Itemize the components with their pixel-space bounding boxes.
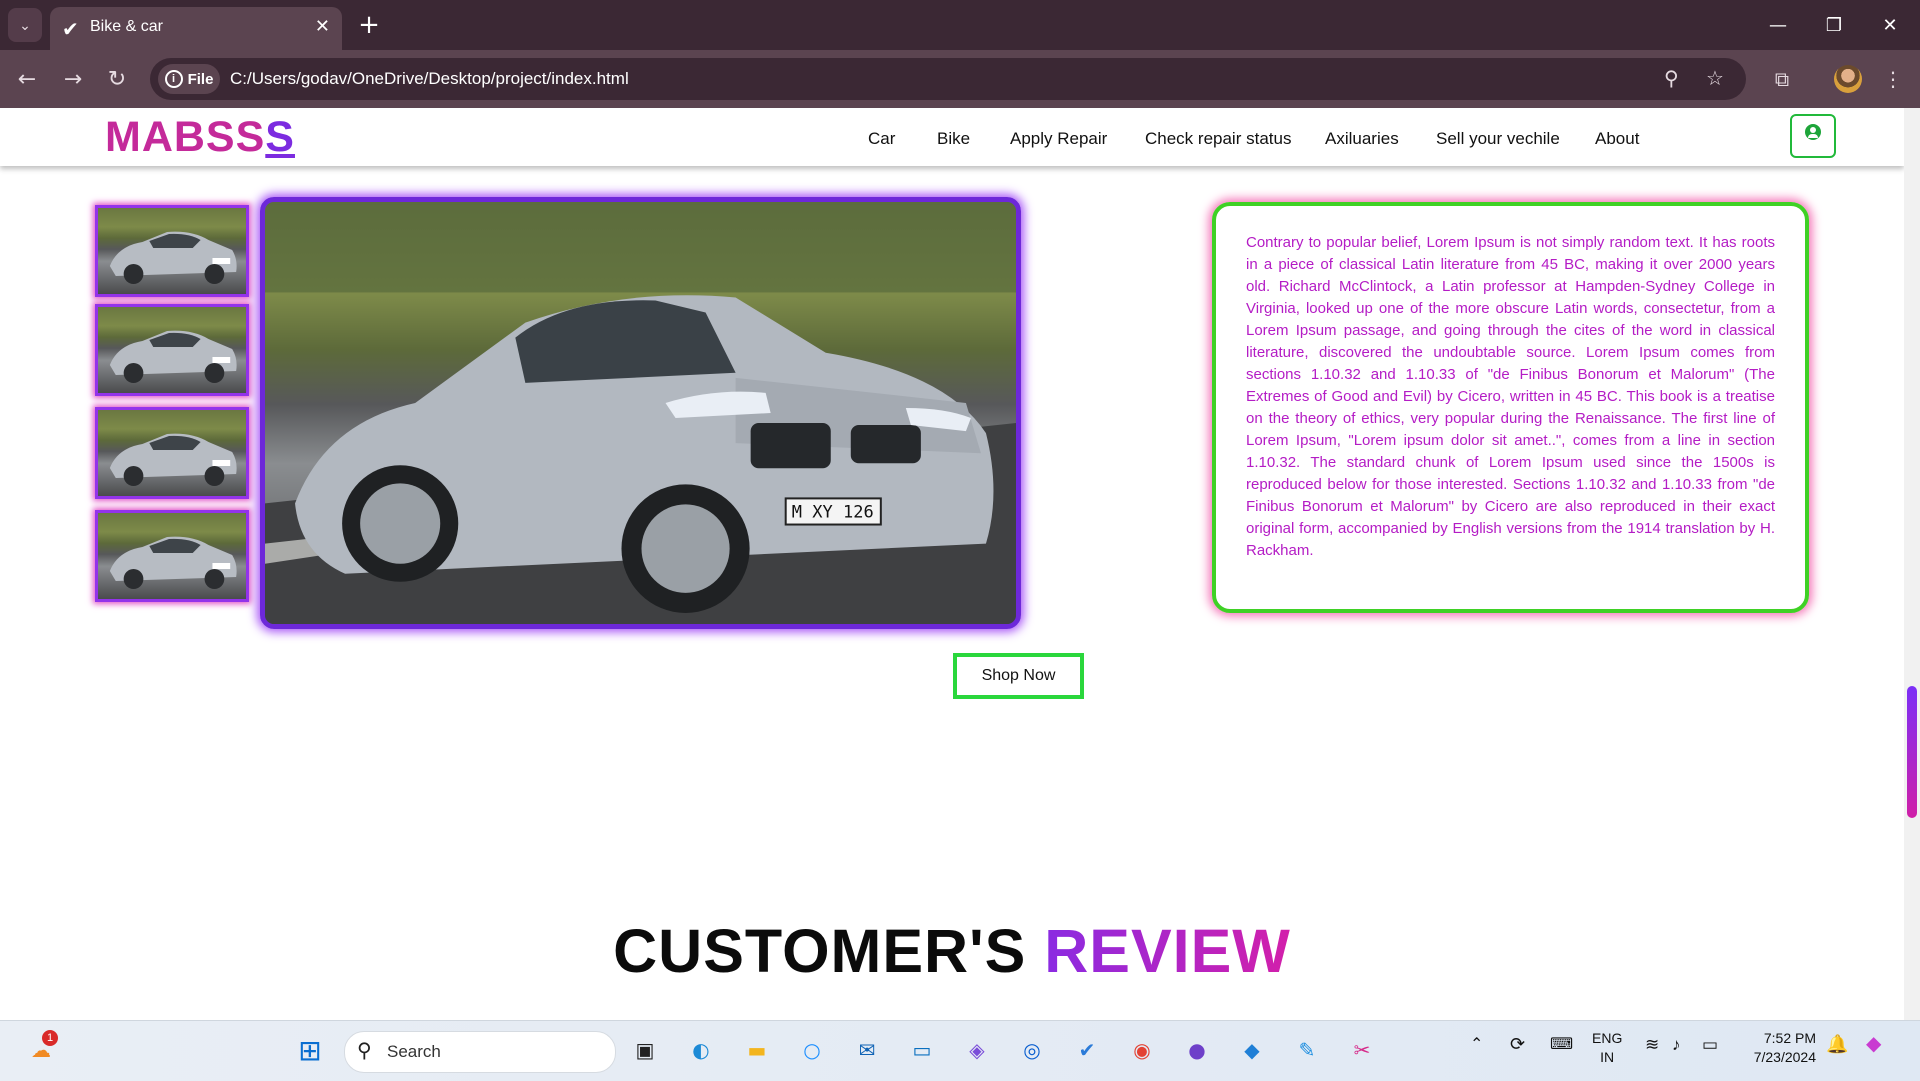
clock-time: 7:52 PM	[1763, 1030, 1816, 1046]
shop-now-button[interactable]: Shop Now	[953, 653, 1084, 699]
browser-title-bar: ⌄ ✔ Bike & car ✕ + — ❐ ✕	[0, 0, 1920, 50]
logo-last-letter: S	[265, 113, 295, 161]
site-info-chip[interactable]: i File	[158, 64, 220, 94]
copilot-icon[interactable]: ◈	[960, 1033, 994, 1067]
windows-start-icon[interactable]: ⊞	[293, 1033, 327, 1067]
todo-icon[interactable]: ✔	[1070, 1033, 1104, 1067]
address-bar[interactable]: i File C:/Users/godav/OneDrive/Desktop/p…	[150, 58, 1746, 100]
web-page: MABSSS Car Bike Apply Repair Check repai…	[0, 108, 1904, 1020]
info-icon: i	[164, 70, 183, 88]
clock-date: 7/23/2024	[1753, 1049, 1816, 1065]
review-title-dark: CUSTOMER'S	[613, 917, 1027, 985]
tab-search-button[interactable]: ⌄	[8, 8, 42, 42]
taskbar-search-label: Search	[387, 1042, 441, 1061]
language-indicator[interactable]: ENG IN	[1592, 1029, 1622, 1067]
browser-toolbar: ← → ↻ i File C:/Users/godav/OneDrive/Des…	[0, 50, 1920, 108]
taskbar-search[interactable]: ⚲ Search	[344, 1031, 616, 1073]
nav-axiluaries[interactable]: Axiluaries	[1325, 129, 1399, 149]
description-text: Contrary to popular belief, Lorem Ipsum …	[1246, 234, 1775, 559]
extensions-icon[interactable]: ⧉	[1765, 62, 1799, 96]
nav-sell-vehicle[interactable]: Sell your vechile	[1436, 129, 1560, 149]
clock[interactable]: 7:52 PM 7/23/2024	[1746, 1029, 1816, 1067]
keyboard-icon[interactable]: ⌨	[1550, 1035, 1573, 1054]
close-tab-icon[interactable]: ✕	[315, 16, 330, 37]
weather-badge: 1	[42, 1030, 58, 1046]
scrollbar-thumb[interactable]	[1907, 686, 1917, 818]
edge-icon[interactable]: ◐	[684, 1033, 718, 1067]
url-text[interactable]: C:/Users/godav/OneDrive/Desktop/project/…	[230, 69, 629, 89]
nike-swoosh-icon: ✔	[62, 17, 79, 41]
new-tab-button[interactable]: +	[352, 8, 386, 42]
license-plate-text: M XY 126	[792, 502, 874, 522]
car-thumbnail-1[interactable]	[95, 205, 249, 297]
main-car-image: M XY 126	[260, 197, 1021, 629]
sync-icon[interactable]: ⟳	[1510, 1035, 1525, 1054]
search-icon: ⚲	[357, 1038, 372, 1062]
car-thumbnail-3[interactable]	[95, 407, 249, 499]
cortana-icon[interactable]: ○	[795, 1033, 829, 1067]
wifi-icon[interactable]: ≋	[1645, 1035, 1659, 1054]
menu-dots-icon[interactable]: ⋮	[1876, 62, 1910, 96]
copilot-tray-icon[interactable]: ◆	[1866, 1034, 1881, 1054]
browser-tab[interactable]: ✔ Bike & car ✕	[50, 7, 342, 50]
notification-bell-icon[interactable]: 🔔	[1826, 1035, 1848, 1054]
lang-top: ENG	[1592, 1030, 1623, 1046]
back-button[interactable]: ←	[10, 62, 44, 96]
file-chip-label: File	[187, 70, 214, 88]
volume-icon[interactable]: ♪	[1672, 1035, 1681, 1054]
paint-icon[interactable]: ✎	[1290, 1033, 1324, 1067]
user-circle-icon	[1805, 124, 1821, 140]
car-thumbnail-4[interactable]	[95, 510, 249, 602]
reload-button[interactable]: ↻	[100, 62, 134, 96]
chrome-icon[interactable]: ◉	[1125, 1033, 1159, 1067]
nav-car[interactable]: Car	[868, 129, 895, 149]
outlook-icon[interactable]: ✉	[850, 1033, 884, 1067]
account-button[interactable]	[1790, 114, 1836, 158]
vscode-icon[interactable]: ◆	[1235, 1033, 1269, 1067]
nav-about[interactable]: About	[1595, 129, 1639, 149]
forward-button[interactable]: →	[56, 62, 90, 96]
close-window-button[interactable]: ✕	[1862, 0, 1918, 50]
nav-check-repair-status[interactable]: Check repair status	[1145, 129, 1291, 149]
task-view-icon[interactable]: ▣	[628, 1033, 662, 1067]
review-title-accent: REVIEW	[1044, 917, 1291, 985]
tray-chevron-icon[interactable]: ⌃	[1470, 1035, 1483, 1054]
description-card: Contrary to popular belief, Lorem Ipsum …	[1212, 202, 1809, 613]
car-thumbnail-2[interactable]	[95, 304, 249, 396]
tab-title: Bike & car	[90, 18, 163, 35]
customer-review-heading: CUSTOMER'S REVIEW	[0, 916, 1904, 986]
lang-bottom: IN	[1600, 1049, 1615, 1065]
file-explorer-icon[interactable]: ▬	[740, 1033, 774, 1067]
github-icon[interactable]: ●	[1180, 1033, 1214, 1067]
remote-desktop-icon[interactable]: ▭	[905, 1033, 939, 1067]
nav-apply-repair[interactable]: Apply Repair	[1010, 129, 1107, 149]
battery-icon[interactable]: ▭	[1702, 1035, 1718, 1054]
site-navbar: MABSSS Car Bike Apply Repair Check repai…	[0, 108, 1904, 166]
restore-button[interactable]: ❐	[1806, 0, 1862, 50]
nav-bike[interactable]: Bike	[937, 129, 970, 149]
snipping-tool-icon[interactable]: ✂	[1345, 1033, 1379, 1067]
site-logo[interactable]: MABSSS	[105, 113, 295, 162]
app-icon[interactable]: ◎	[1015, 1033, 1049, 1067]
bookmark-star-icon[interactable]: ☆	[1706, 66, 1724, 90]
page-scrollbar[interactable]	[1904, 108, 1920, 1020]
windows-taskbar: ☁ 1 ⊞ ⚲ Search ▣ ◐ ▬ ○ ✉ ▭ ◈ ◎ ✔ ◉ ● ◆ ✎…	[0, 1020, 1920, 1081]
minimize-button[interactable]: —	[1750, 0, 1806, 50]
logo-main-text: MABSS	[105, 113, 266, 161]
zoom-icon[interactable]: ⚲	[1664, 66, 1679, 90]
profile-avatar[interactable]	[1834, 65, 1862, 93]
